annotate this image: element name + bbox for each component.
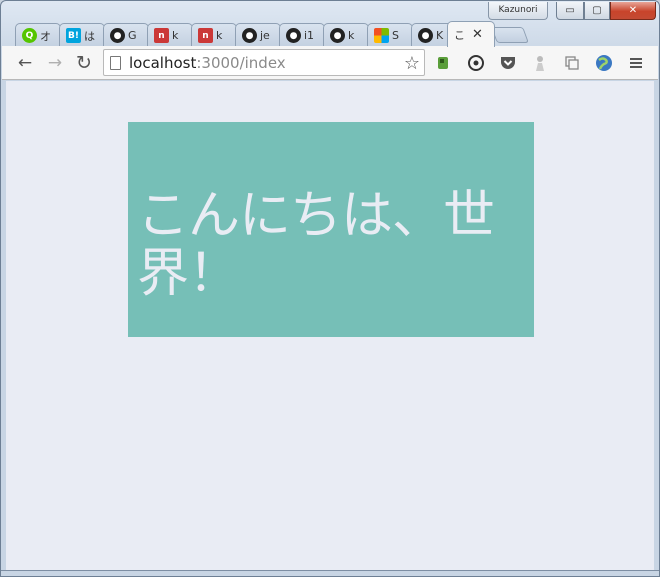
tab-1[interactable]: B! は xyxy=(59,23,105,47)
page-viewport: こんにちは、世界！ xyxy=(6,81,654,570)
tab-title: k xyxy=(348,29,355,42)
tab-title: こ xyxy=(454,28,465,42)
pocket-target-icon[interactable] xyxy=(467,54,485,72)
toolbar: ← → ↻ localhost :3000/index ☆ xyxy=(2,46,658,80)
menu-icon[interactable] xyxy=(627,54,645,72)
github-icon: ● xyxy=(330,28,345,43)
tab-7[interactable]: ● k xyxy=(323,23,369,47)
reload-button[interactable]: ↻ xyxy=(73,53,95,73)
tab-title: オ xyxy=(40,29,51,43)
tab-active[interactable]: こ ✕ xyxy=(447,21,495,47)
minimize-button[interactable]: ▭ xyxy=(556,2,584,20)
qiita-icon: Q xyxy=(22,28,37,43)
tab-title: k xyxy=(172,29,179,42)
profile-button[interactable]: Kazunori xyxy=(488,2,548,20)
github-icon: ● xyxy=(242,28,257,43)
back-button[interactable]: ← xyxy=(14,53,36,73)
globe-icon[interactable] xyxy=(595,54,613,72)
tab-title: は xyxy=(84,29,95,43)
tab-title: je xyxy=(260,29,270,42)
pocket-icon[interactable] xyxy=(499,54,517,72)
close-tab-icon[interactable]: ✕ xyxy=(472,27,483,42)
npm-icon: n xyxy=(198,28,213,43)
browser-window: Kazunori ▭ ▢ ✕ Q オ B! は ● G n k n k ● je… xyxy=(0,0,660,577)
tab-8[interactable]: S xyxy=(367,23,413,47)
tab-6[interactable]: ● i1 xyxy=(279,23,325,47)
tab-title: K xyxy=(436,29,444,42)
bookmark-star-icon[interactable]: ☆ xyxy=(404,53,420,74)
tab-strip: Q オ B! は ● G n k n k ● je ● i1 ● k S ● K… xyxy=(15,21,535,47)
npm-icon: n xyxy=(154,28,169,43)
tab-5[interactable]: ● je xyxy=(235,23,281,47)
evernote-icon[interactable] xyxy=(434,54,452,72)
hatena-bookmark-icon: B! xyxy=(66,28,81,43)
url-path: :3000/index xyxy=(196,53,286,72)
tab-3[interactable]: n k xyxy=(147,23,193,47)
close-window-button[interactable]: ✕ xyxy=(610,2,656,20)
tab-2[interactable]: ● G xyxy=(103,23,149,47)
tab-title: i1 xyxy=(304,29,315,42)
tab-title: k xyxy=(216,29,223,42)
forward-button[interactable]: → xyxy=(44,53,66,73)
maximize-button[interactable]: ▢ xyxy=(584,2,610,20)
page-icon xyxy=(110,55,121,70)
tab-title: S xyxy=(392,29,399,42)
microsoft-icon xyxy=(374,28,389,43)
window-frame-bottom xyxy=(1,570,659,576)
github-icon: ● xyxy=(286,28,301,43)
tab-0[interactable]: Q オ xyxy=(15,23,61,47)
copy-icon[interactable] xyxy=(563,54,581,72)
tab-title: G xyxy=(128,29,137,42)
hello-box: こんにちは、世界！ xyxy=(128,122,534,337)
page-heading: こんにちは、世界！ xyxy=(137,185,495,304)
address-bar[interactable]: localhost :3000/index ☆ xyxy=(103,49,425,76)
bookmark-person-icon[interactable] xyxy=(531,54,549,72)
url-host: localhost xyxy=(129,53,197,72)
github-icon: ● xyxy=(418,28,433,43)
new-tab-button[interactable] xyxy=(491,27,529,43)
github-icon: ● xyxy=(110,28,125,43)
tab-4[interactable]: n k xyxy=(191,23,237,47)
